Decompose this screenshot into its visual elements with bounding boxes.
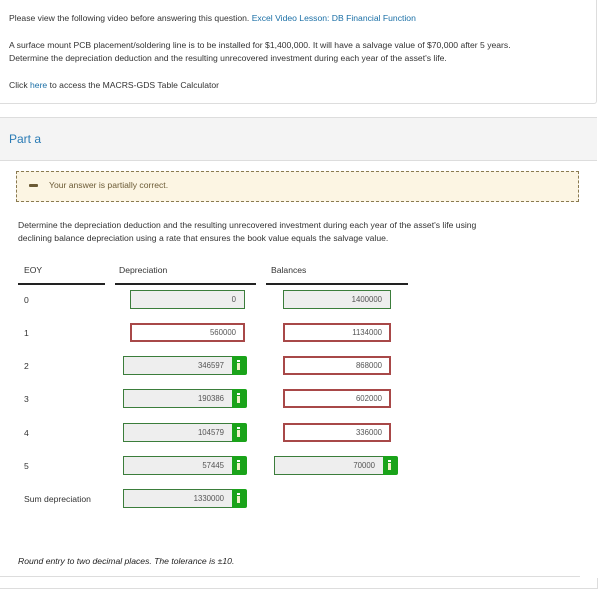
sum-depreciation-input[interactable]: 1330000 bbox=[123, 489, 233, 508]
header-divider-depreciation bbox=[115, 283, 256, 285]
header-eoy: EOY bbox=[24, 265, 43, 275]
eoy-cell: 5 bbox=[24, 461, 29, 471]
depreciation-input[interactable]: 57445 bbox=[123, 456, 233, 475]
tolerance-note: Round entry to two decimal places. The t… bbox=[18, 556, 235, 566]
info-icon[interactable] bbox=[232, 489, 247, 508]
sum-label: Sum depreciation bbox=[24, 494, 91, 504]
partial-icon bbox=[29, 184, 38, 187]
eoy-cell: 0 bbox=[24, 295, 29, 305]
page-edge bbox=[597, 0, 604, 578]
depreciation-input[interactable]: 104579 bbox=[123, 423, 233, 442]
video-prompt-text: Please view the following video before a… bbox=[9, 13, 250, 23]
depreciation-input[interactable]: 190386 bbox=[123, 389, 233, 408]
depreciation-input[interactable]: 560000 bbox=[130, 323, 245, 342]
header-divider-balances bbox=[266, 283, 408, 285]
eoy-cell: 2 bbox=[24, 361, 29, 371]
calc-prefix: Click bbox=[9, 80, 28, 90]
depreciation-input[interactable]: 0 bbox=[130, 290, 245, 309]
calc-suffix: to access the MACRS-GDS Table Calculator bbox=[49, 80, 220, 90]
part-title: Part a bbox=[9, 132, 42, 146]
header-balances: Balances bbox=[271, 265, 307, 275]
eoy-cell: 3 bbox=[24, 394, 29, 404]
balance-input[interactable]: 602000 bbox=[283, 389, 391, 408]
header-divider-eoy bbox=[18, 283, 105, 285]
info-icon[interactable] bbox=[232, 356, 247, 375]
eoy-cell: 1 bbox=[24, 328, 29, 338]
divider bbox=[0, 576, 580, 577]
calculator-link[interactable]: here bbox=[30, 80, 47, 90]
balance-input[interactable]: 868000 bbox=[283, 356, 391, 375]
video-prompt: Please view the following video before a… bbox=[9, 11, 416, 25]
info-icon[interactable] bbox=[232, 456, 247, 475]
calculator-prompt: Click here to access the MACRS-GDS Table… bbox=[9, 78, 219, 92]
balance-input[interactable]: 1134000 bbox=[283, 323, 391, 342]
question-card: Please view the following video before a… bbox=[0, 0, 597, 104]
video-lesson-link[interactable]: Excel Video Lesson: DB Financial Functio… bbox=[252, 13, 416, 23]
problem-line-2: Determine the depreciation deduction and… bbox=[9, 53, 447, 63]
part-a-card: Part a Your answer is partially correct. bbox=[0, 117, 598, 589]
balance-input[interactable]: 1400000 bbox=[283, 290, 391, 309]
depreciation-input[interactable]: 346597 bbox=[123, 356, 233, 375]
part-header[interactable]: Part a bbox=[0, 118, 597, 161]
question-line-1: Determine the depreciation deduction and… bbox=[18, 220, 477, 230]
info-icon[interactable] bbox=[232, 389, 247, 408]
info-icon[interactable] bbox=[232, 423, 247, 442]
balance-input[interactable]: 70000 bbox=[274, 456, 384, 475]
balance-input[interactable]: 336000 bbox=[283, 423, 391, 442]
eoy-cell: 4 bbox=[24, 428, 29, 438]
header-depreciation: Depreciation bbox=[119, 265, 168, 275]
question-line-2: declining balance depreciation using a r… bbox=[18, 233, 389, 243]
info-icon[interactable] bbox=[383, 456, 398, 475]
problem-line-1: A surface mount PCB placement/soldering … bbox=[9, 40, 511, 50]
partial-correct-alert: Your answer is partially correct. bbox=[16, 171, 579, 202]
alert-text: Your answer is partially correct. bbox=[49, 180, 169, 190]
